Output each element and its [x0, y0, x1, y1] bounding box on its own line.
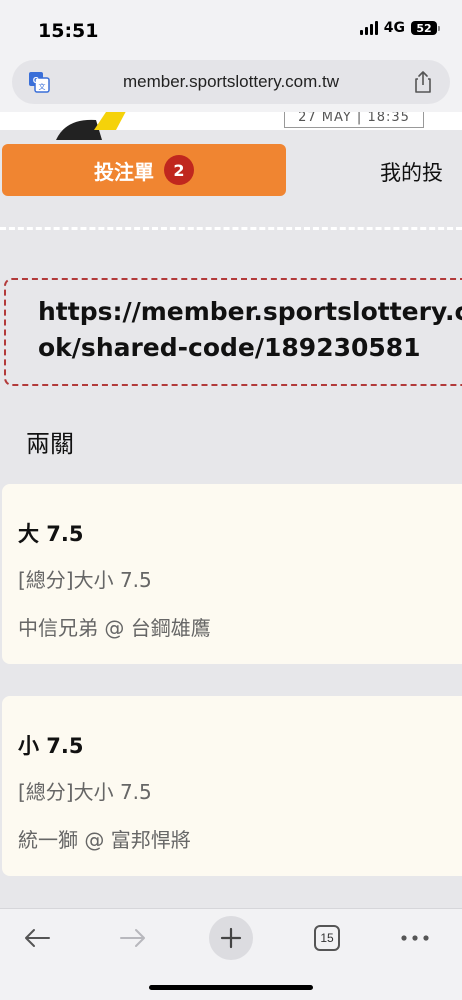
status-bar: 15:51 4G 52: [0, 0, 462, 54]
bet-match: 統一獅 @ 富邦悍將: [18, 828, 191, 852]
tabs-button[interactable]: 15: [302, 915, 352, 961]
bet-market: [總分]大小 7.5: [18, 568, 152, 592]
signal-icon: [359, 21, 378, 35]
hero-banner: 27 MAY | 18:35: [0, 112, 462, 140]
forward-button[interactable]: [108, 915, 158, 961]
address-bar[interactable]: G 文 member.sportslottery.com.tw: [12, 60, 450, 104]
web-page: 27 MAY | 18:35 投注單 2 我的投 https://member.…: [0, 112, 462, 908]
tabs-icon: 15: [314, 925, 340, 951]
network-type: 4G: [383, 20, 405, 36]
share-link-box[interactable]: https://member.sportslottery.co ok/share…: [4, 278, 462, 386]
battery-level: 52: [411, 21, 437, 35]
share-link-line-1: https://member.sportslottery.co: [38, 297, 462, 326]
forward-arrow-icon: [120, 929, 145, 947]
dashed-divider: [0, 227, 462, 230]
new-tab-button[interactable]: [206, 915, 256, 961]
bet-market: [總分]大小 7.5: [18, 780, 152, 804]
battery-icon: 52: [411, 21, 440, 35]
bet-selection: 大 7.5: [18, 522, 84, 546]
back-arrow-icon: [25, 929, 50, 947]
event-date: 27 MAY | 18:35: [284, 112, 424, 128]
bet-type-label: 兩關: [26, 430, 74, 458]
tab-bet-slip[interactable]: 投注單 2: [2, 144, 286, 196]
browser-toolbar: 15: [0, 908, 462, 1000]
home-indicator[interactable]: [149, 985, 313, 990]
share-link-text[interactable]: https://member.sportslottery.co ok/share…: [38, 294, 462, 366]
url-text[interactable]: member.sportslottery.com.tw: [12, 72, 450, 92]
share-icon[interactable]: [412, 70, 434, 94]
more-icon: [401, 935, 429, 941]
tab-bet-slip-label: 投注單: [94, 159, 154, 184]
status-time: 15:51: [38, 20, 99, 42]
back-button[interactable]: [12, 915, 62, 961]
bet-match: 中信兄弟 @ 台鋼雄鷹: [18, 616, 211, 640]
bet-card[interactable]: 大 7.5 [總分]大小 7.5 中信兄弟 @ 台鋼雄鷹: [2, 484, 462, 664]
status-indicators: 4G 52: [359, 20, 440, 36]
tab-my-bets[interactable]: 我的投: [380, 157, 443, 187]
tab-bar: 投注單 2 我的投: [0, 144, 462, 198]
bet-selection: 小 7.5: [18, 734, 84, 758]
bet-card[interactable]: 小 7.5 [總分]大小 7.5 統一獅 @ 富邦悍將: [2, 696, 462, 876]
plus-icon: [220, 927, 242, 949]
more-button[interactable]: [390, 915, 440, 961]
bet-count-badge: 2: [164, 155, 194, 185]
share-link-line-2: ok/shared-code/189230581: [38, 333, 421, 362]
hero-graphic: [56, 112, 126, 140]
